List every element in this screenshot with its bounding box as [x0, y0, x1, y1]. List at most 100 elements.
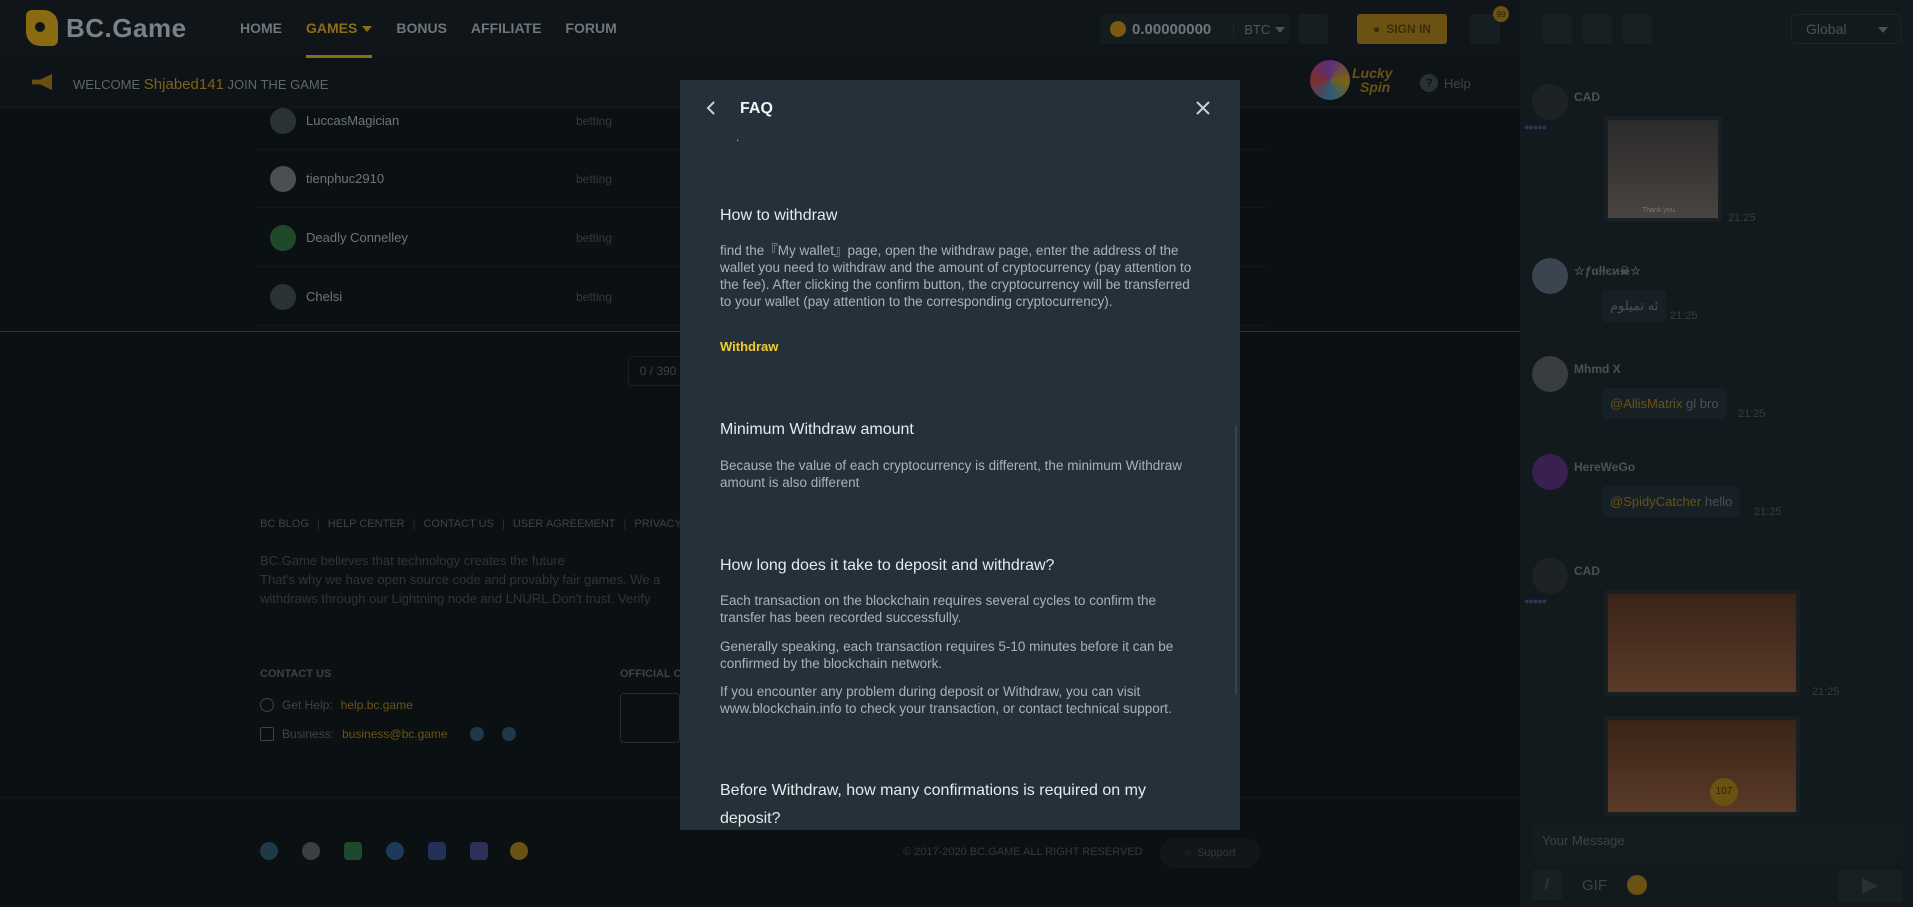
discord-icon[interactable]: [470, 842, 488, 860]
level-dots: ●●●●●: [1524, 122, 1547, 132]
help-link[interactable]: ? Help: [1420, 74, 1471, 92]
logo[interactable]: BC.Game: [26, 10, 187, 46]
medium-icon[interactable]: [344, 842, 362, 860]
nav-bonus[interactable]: BONUS: [396, 0, 447, 58]
avatar: [1532, 558, 1568, 594]
faq-question-heading: How long does it take to deposit and wit…: [720, 557, 1055, 574]
official-heading: OFFICIAL C: [620, 668, 682, 680]
music-icon[interactable]: [1542, 14, 1572, 44]
signin-button[interactable]: ● SIGN IN: [1357, 14, 1447, 44]
copyright-text: © 2017-2020 BC.GAME ALL RIGHT RESERVED: [903, 846, 1143, 858]
chat-header: Global: [1520, 0, 1913, 58]
contact-heading: CONTACT US: [260, 668, 332, 680]
telegram-icon[interactable]: [260, 842, 278, 860]
chat-toolbar: / GIF: [1532, 870, 1647, 900]
get-help-label: Get Help:: [282, 698, 333, 712]
nav-home[interactable]: HOME: [240, 0, 282, 58]
nav-affiliate[interactable]: AFFILIATE: [471, 0, 542, 58]
footer-blurb-line: withdraws through our Lightning node and…: [260, 591, 651, 606]
business-link[interactable]: business@bc.game: [342, 727, 448, 741]
github-icon[interactable]: [302, 842, 320, 860]
rocket-icon[interactable]: [1582, 14, 1612, 44]
lucky-spin-wheel-icon[interactable]: [1310, 60, 1350, 100]
top-navbar: BC.Game HOME GAMES BONUS AFFILIATE FORUM: [0, 0, 1520, 58]
support-button[interactable]: ○ Support: [1160, 838, 1260, 868]
chat-message-input[interactable]: Your Message: [1532, 822, 1902, 862]
twitter-icon[interactable]: [386, 842, 404, 860]
chat-username: HereWeGo: [1574, 460, 1636, 474]
chevron-down-icon: [362, 26, 373, 33]
user-icon: ●: [1373, 22, 1381, 36]
player-name: Chelsi: [306, 289, 343, 304]
faq-question-heading: Before Withdraw, how many confirmations …: [720, 782, 1146, 827]
business-label: Business:: [282, 727, 335, 741]
logo-text: BC.Game: [66, 12, 187, 43]
faq-answer: Generally speaking, each transaction req…: [720, 639, 1174, 671]
nav-forum[interactable]: FORUM: [565, 0, 616, 58]
chat-image[interactable]: Thank you.: [1604, 116, 1722, 222]
telegram-icon[interactable]: [501, 727, 516, 741]
currency-label: BTC: [1244, 21, 1271, 37]
emoji-icon[interactable]: [1627, 875, 1647, 895]
skype-icon[interactable]: [469, 727, 484, 741]
currency-select[interactable]: BTC: [1233, 21, 1286, 37]
footer-link-help[interactable]: HELP CENTER: [328, 518, 405, 530]
chat-timestamp: 21:25: [1754, 506, 1782, 518]
facebook-icon[interactable]: [428, 842, 446, 860]
chat-bubble: ئه تميلوم: [1602, 290, 1667, 322]
close-icon[interactable]: [1195, 100, 1211, 116]
footer-blurb: BC.Game believes that technology creates…: [260, 551, 680, 608]
signin-label: SIGN IN: [1386, 22, 1431, 36]
modal-scrollbar[interactable]: [1235, 425, 1237, 695]
chat-mention[interactable]: @AllisMatrix: [1610, 396, 1682, 411]
avatar: [1532, 84, 1568, 120]
welcome-prefix: WELCOME: [73, 77, 141, 92]
nav-games-label: GAMES: [306, 20, 358, 36]
chat-mention[interactable]: @SpidyCatcher: [1610, 494, 1701, 509]
withdraw-link[interactable]: Withdraw: [720, 339, 778, 354]
support-label: Support: [1197, 847, 1236, 859]
modal-header: FAQ: [680, 80, 1240, 138]
chat-username: CAD: [1574, 90, 1600, 104]
chat-bubble: @AllisMatrix gl bro: [1602, 388, 1727, 419]
chat-text: hello: [1704, 494, 1733, 509]
footer-link-privacy[interactable]: PRIVACY: [634, 518, 681, 530]
chat-image[interactable]: [1604, 590, 1800, 696]
pagination[interactable]: 0 / 390: [628, 356, 688, 386]
chevron-left-icon[interactable]: [704, 100, 720, 116]
trophy-icon[interactable]: [1622, 14, 1652, 44]
mail-icon: [260, 727, 274, 741]
send-button[interactable]: [1838, 870, 1902, 902]
get-help-link[interactable]: help.bc.game: [341, 698, 413, 712]
gif-button[interactable]: GIF: [1582, 877, 1607, 894]
player-name: LuccasMagician: [306, 113, 400, 128]
nav-games[interactable]: GAMES: [306, 0, 373, 58]
chat-bubble: @SpidyCatcher hello: [1602, 486, 1741, 517]
chat-panel: Global ●●●●● CAD Thank you. 21:25 ☆ƒαłłє…: [1520, 0, 1913, 907]
faq-answer: If you encounter any problem during depo…: [720, 684, 1172, 716]
notification-badge: 99: [1493, 6, 1509, 22]
command-button[interactable]: /: [1532, 870, 1562, 900]
player-name: tienphuc2910: [306, 171, 385, 186]
lucky-spin-label[interactable]: Lucky Spin: [1352, 66, 1392, 94]
like-badge[interactable]: 107: [1710, 778, 1738, 806]
player-status: betting: [576, 289, 613, 304]
welcome-username: Shjabed141: [143, 76, 224, 93]
footer-link-contact[interactable]: CONTACT US: [423, 518, 494, 530]
avatar: [270, 224, 296, 251]
footer-link-agreement[interactable]: USER AGREEMENT: [513, 518, 616, 530]
bitcoin-icon[interactable]: [510, 842, 528, 860]
footer-link-blog[interactable]: BC BLOG: [260, 518, 309, 530]
verified-badge: [620, 693, 680, 743]
faq-modal: FAQ . How to withdraw find the『My wallet…: [680, 80, 1240, 830]
footer-blurb-line: BC.Game believes that technology creates…: [260, 553, 565, 568]
chat-image[interactable]: [1604, 716, 1800, 816]
chat-room-select[interactable]: Global: [1791, 14, 1901, 44]
wallet-icon-button[interactable]: [1298, 14, 1328, 44]
megaphone-icon: [32, 74, 52, 90]
wallet-balance[interactable]: 0.00000000 BTC: [1100, 14, 1290, 44]
chat-timestamp: 21:25: [1728, 212, 1756, 224]
main-nav: HOME GAMES BONUS AFFILIATE FORUM: [240, 0, 617, 58]
chat-room-label: Global: [1806, 21, 1847, 37]
player-status: betting: [576, 171, 613, 186]
